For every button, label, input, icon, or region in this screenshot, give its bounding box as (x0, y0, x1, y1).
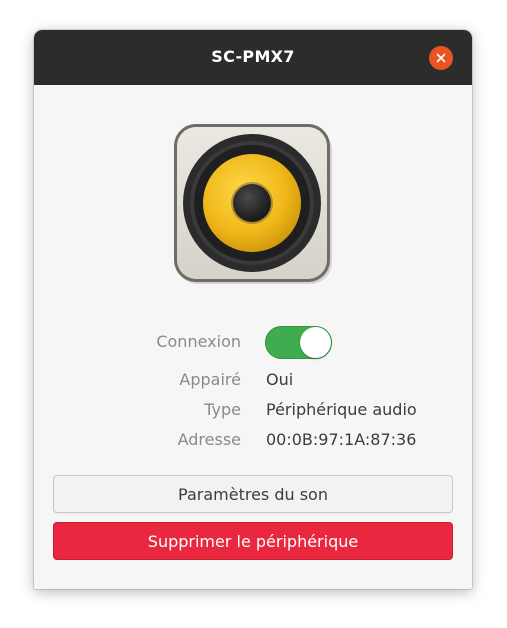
sound-settings-button[interactable]: Paramètres du son (53, 475, 453, 513)
type-label: Type (204, 400, 241, 419)
remove-device-button[interactable]: Supprimer le périphérique (53, 522, 453, 560)
sound-settings-label: Paramètres du son (178, 484, 328, 504)
window-title: SC-PMX7 (211, 47, 295, 66)
connection-label: Connexion (156, 332, 241, 351)
connection-toggle[interactable] (265, 326, 332, 359)
paired-label: Appairé (179, 370, 241, 389)
speaker-icon (174, 124, 332, 284)
address-label: Adresse (177, 430, 241, 449)
close-button[interactable] (429, 46, 453, 70)
close-icon (436, 53, 446, 63)
toggle-knob (300, 327, 331, 358)
paired-value: Oui (266, 370, 294, 389)
address-value: 00:0B:97:1A:87:36 (266, 430, 417, 449)
title-bar[interactable]: SC-PMX7 (34, 30, 472, 85)
remove-device-label: Supprimer le périphérique (147, 531, 359, 551)
type-value: Périphérique audio (266, 400, 417, 419)
bluetooth-device-dialog: SC-PMX7 Connexion Appairé Oui Type Périp… (34, 30, 472, 589)
